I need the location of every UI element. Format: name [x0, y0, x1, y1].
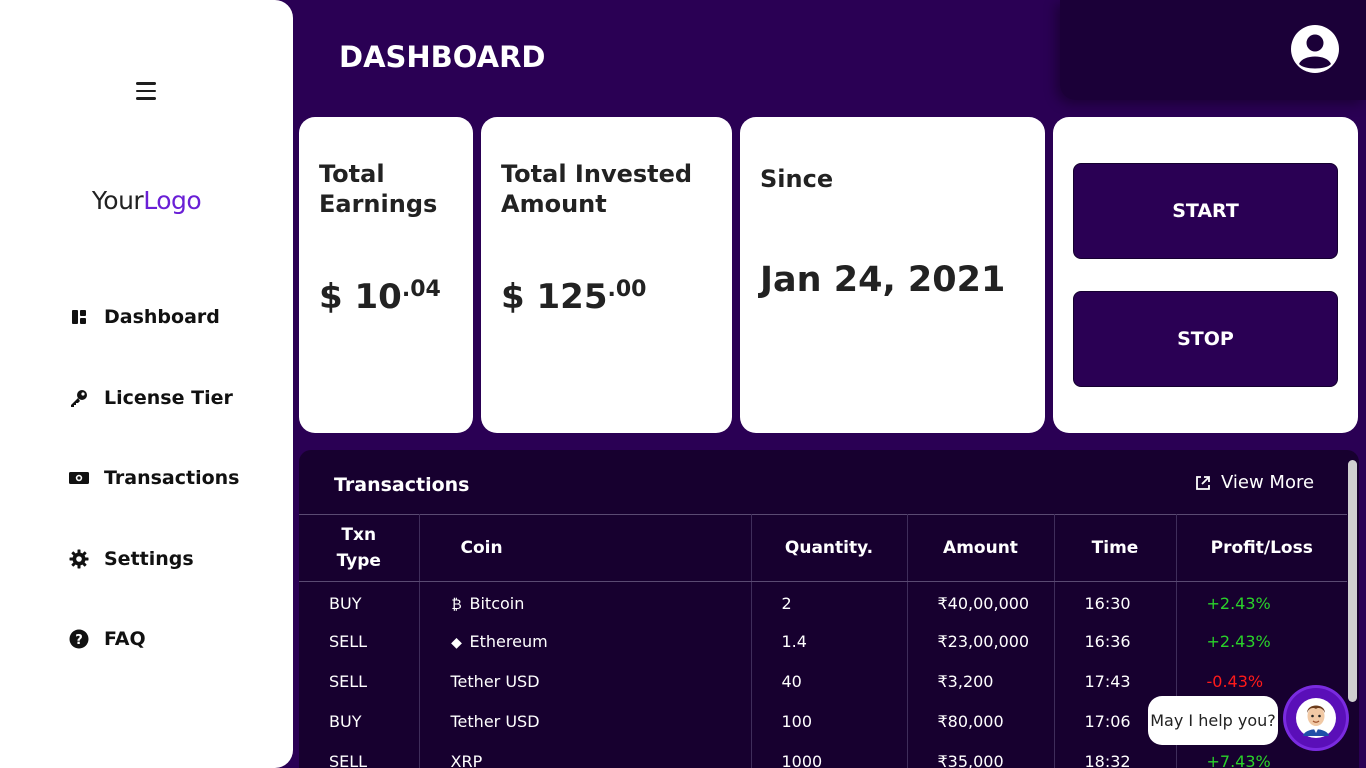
total-earnings-card: Total Earnings $ 10.04: [299, 117, 473, 433]
quantity-cell: 40: [751, 661, 908, 702]
time-cell: 18:32: [1054, 741, 1177, 768]
sidebar-item-transactions[interactable]: Transactions: [68, 463, 239, 493]
time-cell: 16:30: [1054, 581, 1177, 622]
stop-button[interactable]: STOP: [1073, 291, 1338, 387]
sidebar: YourLogo Dashboard License Tier Transact…: [0, 0, 293, 768]
quantity-cell: 1000: [751, 741, 908, 768]
earnings-value: $ 10.04: [319, 277, 441, 317]
controls-card: START STOP: [1053, 117, 1358, 433]
currency-symbol: $: [319, 277, 343, 317]
value-decimal: .04: [401, 277, 441, 302]
sidebar-item-faq[interactable]: ? FAQ: [68, 624, 146, 654]
quantity-cell: 2: [751, 581, 908, 622]
table-row[interactable]: BUY ₿ Bitcoin 2 ₹40,00,000 16:30 +2.43%: [299, 581, 1347, 622]
gear-icon: [68, 548, 90, 570]
external-link-icon: [1195, 475, 1211, 491]
total-invested-card: Total Invested Amount $ 125.00: [481, 117, 732, 433]
column-header-time: Time: [1054, 514, 1177, 582]
txn-type-cell: SELL: [299, 661, 420, 702]
sidebar-item-label: FAQ: [104, 628, 146, 650]
amount-cell: ₹80,000: [907, 701, 1055, 742]
ethereum-icon: ◆: [451, 635, 462, 651]
logo-text-part2: Logo: [143, 186, 202, 215]
hamburger-menu-icon[interactable]: [136, 82, 156, 102]
sidebar-item-settings[interactable]: Settings: [68, 544, 194, 574]
profit-loss-cell: +2.43%: [1206, 632, 1271, 651]
chat-prompt-bubble[interactable]: May I help you?: [1148, 696, 1278, 745]
column-header-coin: Coin: [419, 514, 752, 582]
card-title-line2: Earnings: [319, 190, 438, 218]
value-whole: 10: [354, 277, 402, 317]
card-title: Since: [760, 165, 834, 193]
dashboard-icon: [68, 306, 90, 328]
column-header-profit-loss: Profit/Loss: [1176, 514, 1347, 582]
page-title: DASHBOARD: [339, 40, 546, 74]
column-header-quantity: Quantity.: [751, 514, 908, 582]
column-header-amount: Amount: [907, 514, 1055, 582]
txn-type-cell: SELL: [299, 621, 420, 662]
coin-cell: XRP: [419, 741, 752, 768]
user-circle-icon[interactable]: [1291, 25, 1339, 73]
view-more-label: View More: [1221, 472, 1315, 493]
coin-cell: ◆ Ethereum: [419, 621, 752, 662]
svg-text:?: ?: [75, 633, 83, 648]
card-title-line2: Amount: [501, 190, 607, 218]
chatbot-avatar-icon[interactable]: [1286, 688, 1346, 748]
sidebar-item-label: License Tier: [104, 387, 233, 409]
card-title-line1: Total Invested: [501, 160, 693, 188]
since-date: Jan 24, 2021: [760, 260, 1006, 300]
txn-type-cell: BUY: [299, 581, 420, 622]
coin-cell: ₿ Bitcoin: [419, 581, 752, 622]
quantity-cell: 100: [751, 701, 908, 742]
view-more-link[interactable]: View More: [1195, 472, 1314, 493]
invested-value: $ 125.00: [501, 277, 646, 317]
logo: YourLogo: [0, 186, 293, 215]
amount-cell: ₹35,000: [907, 741, 1055, 768]
card-title-line1: Total: [319, 160, 385, 188]
bitcoin-icon: ₿: [451, 597, 462, 614]
column-header-txn-type: Txn Type: [299, 514, 420, 582]
key-icon: [68, 387, 90, 409]
sidebar-item-label: Settings: [104, 548, 194, 570]
time-cell: 16:36: [1054, 621, 1177, 662]
coin-cell: Tether USD: [419, 661, 752, 702]
sidebar-item-license-tier[interactable]: License Tier: [68, 383, 233, 413]
table-row[interactable]: SELL XRP 1000 ₹35,000 18:32 +7.43%: [299, 741, 1347, 768]
logo-text-part1: Your: [91, 186, 144, 215]
coin-name: Ethereum: [469, 632, 548, 651]
profit-loss-cell: +2.43%: [1206, 594, 1271, 614]
value-decimal: .00: [607, 277, 647, 302]
transactions-title: Transactions: [334, 474, 470, 496]
coin-cell: Tether USD: [419, 701, 752, 742]
coin-name: Bitcoin: [469, 594, 525, 614]
question-circle-icon: ?: [68, 628, 90, 650]
table-row[interactable]: SELL ◆ Ethereum 1.4 ₹23,00,000 16:36 +2.4…: [299, 621, 1347, 662]
sidebar-item-label: Transactions: [104, 467, 240, 489]
card-title: Total Earnings: [319, 159, 437, 219]
amount-cell: ₹40,00,000: [907, 581, 1055, 622]
txn-type-cell: BUY: [299, 701, 420, 742]
value-whole: 125: [536, 277, 608, 317]
quantity-cell: 1.4: [751, 621, 908, 662]
amount-cell: ₹23,00,000: [907, 621, 1055, 662]
table-header-row: Txn Type Coin Quantity. Amount Time Prof…: [299, 514, 1347, 582]
transactions-scrollbar[interactable]: [1348, 460, 1357, 702]
sidebar-item-label: Dashboard: [104, 306, 220, 328]
sidebar-item-dashboard[interactable]: Dashboard: [68, 302, 220, 332]
start-button[interactable]: START: [1073, 163, 1338, 259]
card-title: Total Invested Amount: [501, 159, 692, 219]
money-icon: [68, 467, 90, 489]
currency-symbol: $: [501, 277, 525, 317]
since-card: Since Jan 24, 2021: [740, 117, 1045, 433]
txn-type-cell: SELL: [299, 741, 420, 768]
amount-cell: ₹3,200: [907, 661, 1055, 702]
